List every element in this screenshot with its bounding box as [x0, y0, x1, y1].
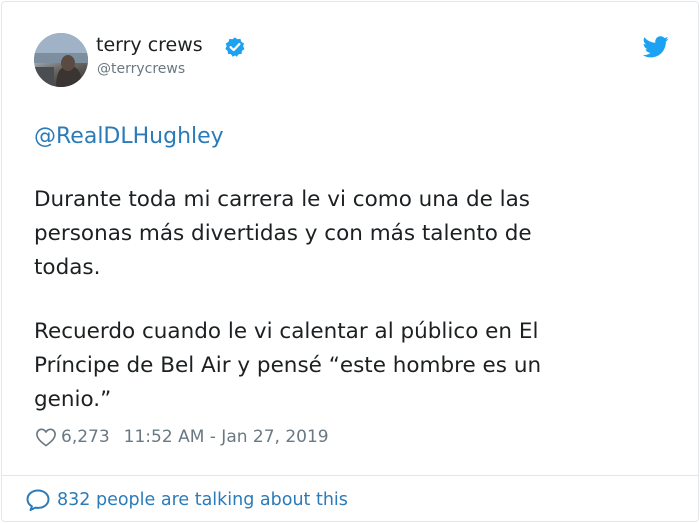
twitter-bird-icon[interactable]	[643, 36, 669, 58]
tweet-card: terry crews @terrycrews @RealDLHughley D…	[1, 1, 699, 522]
tweet-meta: 6,273 11:52 AM - Jan 27, 2019	[35, 426, 329, 448]
author-name[interactable]: terry crews	[96, 34, 203, 56]
tweet-paragraph-2: Recuerdo cuando le vi calentar al públic…	[34, 315, 674, 417]
tweet-text-line: Príncipe de Bel Air y pensé “este hombre…	[34, 353, 542, 378]
tweet-text-line: genio.”	[34, 387, 112, 412]
tweet-text-line: todas.	[34, 255, 101, 280]
author-handle[interactable]: @terrycrews	[97, 61, 185, 77]
tweet-text-line: Durante toda mi carrera le vi como una d…	[34, 187, 531, 212]
tweet-mention-link[interactable]: @RealDLHughley	[34, 124, 224, 149]
profile-photo	[34, 33, 88, 87]
tweet-paragraph-1: Durante toda mi carrera le vi como una d…	[34, 183, 674, 285]
divider	[2, 475, 698, 476]
avatar[interactable]	[34, 33, 88, 87]
conversation-link[interactable]: 832 people are talking about this	[25, 488, 348, 512]
tweet-timestamp[interactable]: 11:52 AM - Jan 27, 2019	[124, 427, 329, 447]
heart-icon[interactable]	[35, 427, 57, 447]
speech-bubble-icon	[26, 489, 50, 511]
talking-count-text[interactable]: 832 people are talking about this	[57, 490, 348, 510]
tweet-text-line: personas más divertidas y con más talent…	[34, 221, 532, 246]
verified-badge-icon	[225, 37, 245, 57]
like-count[interactable]: 6,273	[61, 427, 110, 447]
tweet-text-line: Recuerdo cuando le vi calentar al públic…	[34, 319, 539, 344]
